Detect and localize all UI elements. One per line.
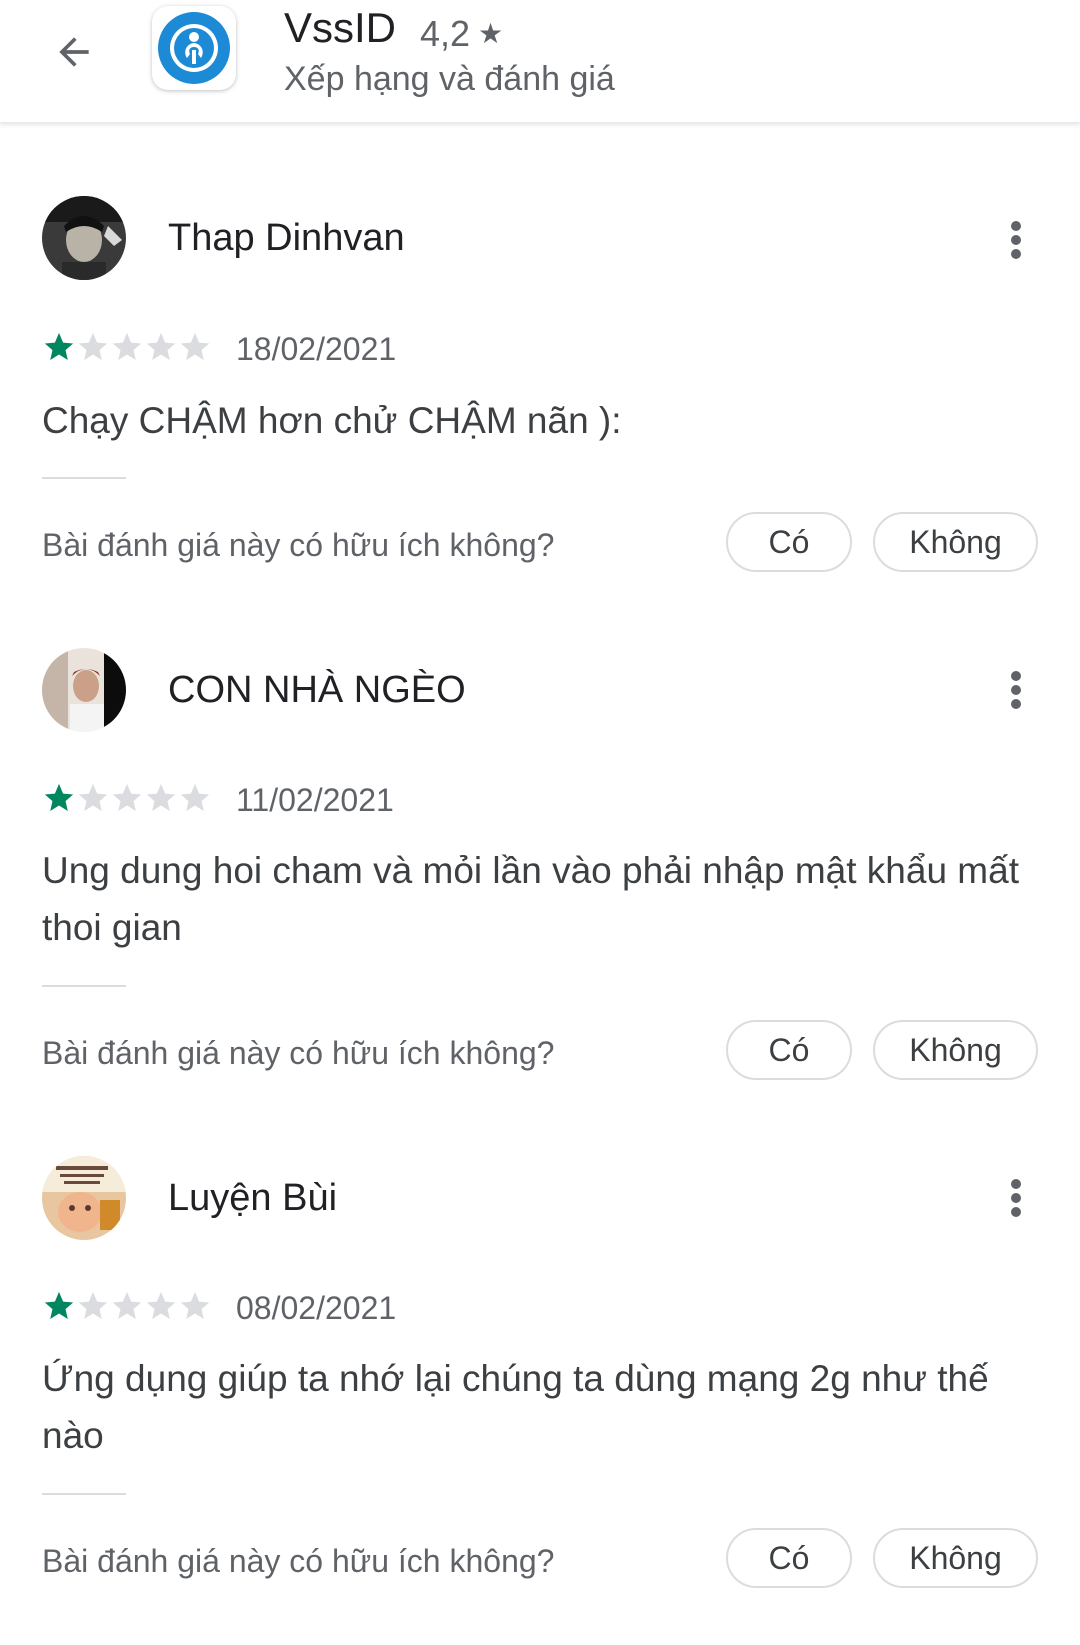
review-date: 18/02/2021 (236, 331, 397, 367)
review-date: 11/02/2021 (236, 782, 394, 818)
helpful-no-button[interactable]: Không (873, 512, 1038, 572)
back-button[interactable] (44, 22, 104, 82)
arrow-left-icon (59, 37, 89, 67)
helpful-yes-button[interactable]: Có (726, 1020, 852, 1080)
app-header: VssID 4,2 ★ Xếp hạng và đánh giá (0, 0, 1080, 123)
star-empty-icon (146, 332, 176, 361)
star-empty-icon (112, 332, 142, 361)
star-empty-icon (146, 1291, 176, 1320)
app-rating: 4,2 (420, 13, 471, 54)
more-options-button[interactable] (996, 660, 1036, 720)
helpful-yes-button[interactable]: Có (726, 1528, 852, 1588)
more-options-button[interactable] (996, 1168, 1036, 1228)
star-empty-icon (112, 783, 142, 812)
helpful-question: Bài đánh giá này có hữu ích không? (42, 1035, 555, 1071)
star-empty-icon (180, 1291, 210, 1320)
avatar[interactable] (42, 196, 126, 280)
review-date: 08/02/2021 (236, 1290, 397, 1326)
review-text: Ứng dụng giúp ta nhớ lại chúng ta dùng m… (42, 1358, 989, 1456)
divider (42, 985, 126, 987)
helpful-question: Bài đánh giá này có hữu ích không? (42, 1543, 555, 1579)
rating-star-icon: ★ (478, 18, 504, 49)
helpful-question: Bài đánh giá này có hữu ích không? (42, 527, 555, 563)
avatar[interactable] (42, 648, 126, 732)
star-empty-icon (180, 783, 210, 812)
page-subtitle: Xếp hạng và đánh giá (284, 60, 615, 98)
more-vert-icon (1011, 221, 1021, 259)
star-empty-icon (112, 1291, 142, 1320)
star-empty-icon (78, 1291, 108, 1320)
star-filled-icon (44, 1291, 74, 1320)
star-empty-icon (180, 332, 210, 361)
avatar[interactable] (42, 1156, 126, 1240)
star-rating (42, 1289, 212, 1325)
reviewer-name: Luyện Bùi (168, 1177, 338, 1219)
helpful-no-button[interactable]: Không (873, 1020, 1038, 1080)
review-text: Ung dung hoi cham và mỏi lần vào phải nh… (42, 850, 1019, 948)
more-vert-icon (1011, 1179, 1021, 1217)
star-empty-icon (146, 783, 176, 812)
reviewer-name: CON NHÀ NGÈO (168, 669, 466, 711)
reviewer-name: Thap Dinhvan (168, 217, 405, 259)
helpful-yes-button[interactable]: Có (726, 512, 852, 572)
more-options-button[interactable] (996, 210, 1036, 270)
vssid-logo-icon (158, 12, 230, 84)
star-empty-icon (78, 783, 108, 812)
more-vert-icon (1011, 671, 1021, 709)
app-icon (152, 6, 236, 90)
helpful-no-button[interactable]: Không (873, 1528, 1038, 1588)
app-title: VssID (284, 4, 397, 51)
star-rating (42, 330, 212, 366)
star-filled-icon (44, 332, 74, 361)
divider (42, 477, 126, 479)
review-text: Chạy CHẬM hơn chử CHẬM nãn ): (42, 400, 622, 441)
star-rating (42, 781, 212, 817)
star-empty-icon (78, 332, 108, 361)
star-filled-icon (44, 783, 74, 812)
divider (42, 1493, 126, 1495)
